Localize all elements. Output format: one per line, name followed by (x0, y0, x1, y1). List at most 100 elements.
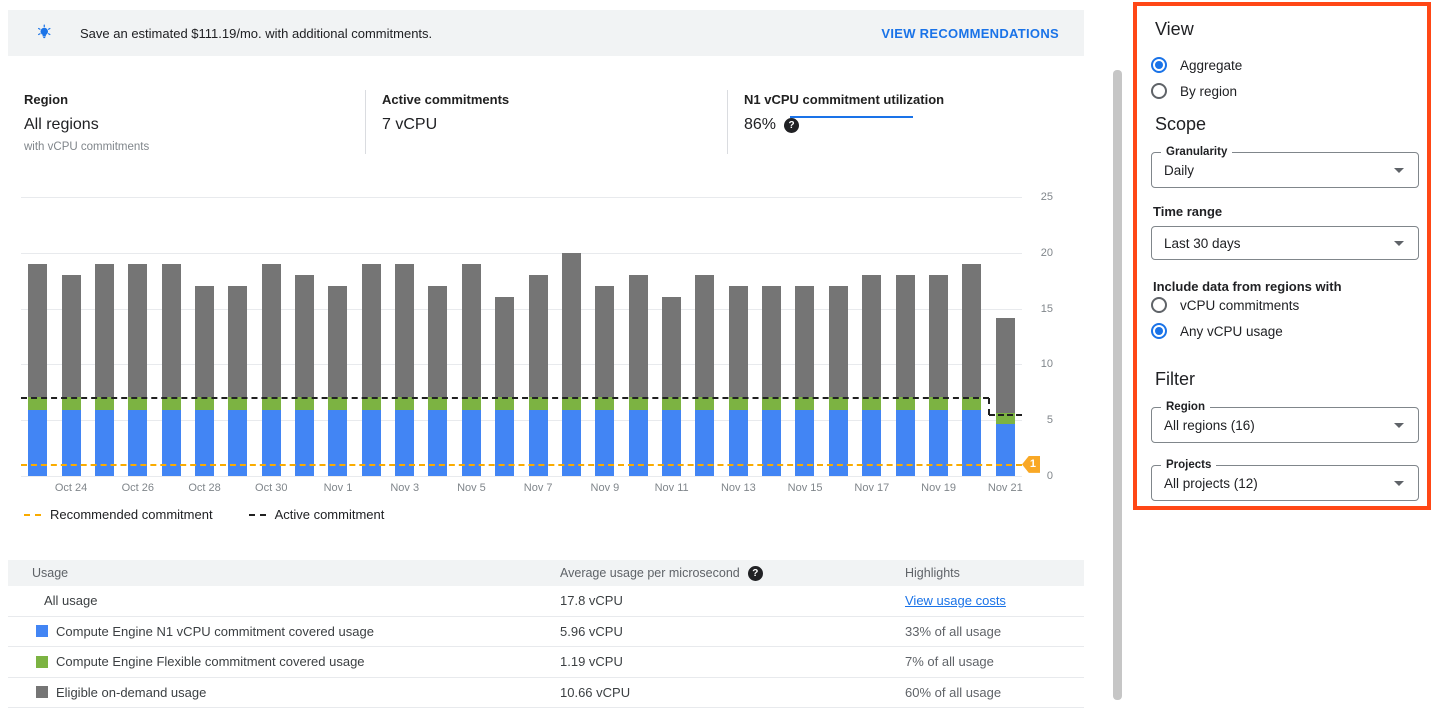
include-regions-label: Include data from regions with (1153, 279, 1342, 294)
dashed-line-icon (249, 514, 266, 516)
table-row: Eligible on-demand usage 10.66 vCPU60% of… (8, 678, 1084, 708)
usage-bar[interactable] (962, 264, 981, 476)
help-icon[interactable]: ? (784, 118, 799, 133)
table-row: All usage17.8 vCPUView usage costs (8, 586, 1084, 617)
vertical-scrollbar[interactable] (1113, 70, 1122, 700)
usage-bar[interactable] (529, 275, 548, 476)
usage-bar-segment (28, 397, 47, 410)
usage-bar[interactable] (195, 286, 214, 476)
usage-bar[interactable] (795, 286, 814, 476)
legend-active-commitment: Active commitment (249, 507, 385, 522)
usage-bar[interactable] (729, 286, 748, 476)
usage-bar-segment (662, 410, 681, 477)
banner-message: Save an estimated $111.19/mo. with addit… (80, 26, 432, 41)
chevron-down-icon (1394, 168, 1404, 173)
usage-bar-segment (629, 410, 648, 477)
usage-bar[interactable] (562, 253, 581, 476)
usage-table: Usage Average usage per microsecond ? Hi… (8, 560, 1084, 708)
chevron-down-icon (1394, 423, 1404, 428)
radio-any-vcpu-usage[interactable]: Any vCPU usage (1151, 323, 1283, 339)
average-usage-value: 10.66 vCPU (560, 685, 905, 700)
granularity-label: Granularity (1161, 146, 1232, 158)
usage-bar[interactable] (896, 275, 915, 476)
usage-bar[interactable] (162, 264, 181, 476)
radio-vcpu-commitments[interactable]: vCPU commitments (1151, 297, 1299, 313)
projects-filter-label: Projects (1161, 459, 1216, 471)
view-usage-costs-link[interactable]: View usage costs (905, 593, 1006, 608)
stat-active-label: Active commitments (382, 92, 509, 107)
recommended-commitment-marker: 1 (1022, 456, 1040, 473)
usage-bar-segment (996, 424, 1015, 476)
usage-bar[interactable] (328, 286, 347, 476)
usage-bar-segment (395, 410, 414, 477)
usage-row-label: Eligible on-demand usage (56, 685, 206, 700)
stat-region-value: All regions (24, 116, 149, 134)
series-swatch (36, 686, 48, 698)
x-tick-label: Oct 30 (241, 482, 301, 494)
projects-filter-select[interactable]: Projects All projects (12) (1151, 465, 1419, 501)
usage-bar-segment (862, 410, 881, 477)
time-range-select[interactable]: Last 30 days (1151, 226, 1419, 260)
usage-bar[interactable] (395, 264, 414, 476)
usage-bar-segment (996, 318, 1015, 413)
stats-divider (365, 90, 366, 154)
usage-bar[interactable] (629, 275, 648, 476)
lightbulb-icon (36, 24, 54, 42)
highlight-value: 60% of all usage (905, 685, 1001, 700)
usage-bar-segment (795, 286, 814, 396)
usage-bar[interactable] (28, 264, 47, 476)
stat-active-value: 7 vCPU (382, 116, 509, 134)
usage-bar[interactable] (95, 264, 114, 476)
radio-icon (1151, 323, 1167, 339)
usage-bar[interactable] (295, 275, 314, 476)
usage-bar-segment (896, 275, 915, 397)
usage-bar[interactable] (495, 297, 514, 476)
usage-bar[interactable] (829, 286, 848, 476)
radio-by-region[interactable]: By region (1151, 83, 1237, 99)
table-row: Compute Engine N1 vCPU commitment covere… (8, 617, 1084, 648)
usage-bar[interactable] (362, 264, 381, 476)
usage-bar-segment (262, 397, 281, 410)
usage-bar[interactable] (862, 275, 881, 476)
help-icon[interactable]: ? (748, 566, 763, 581)
usage-bar[interactable] (762, 286, 781, 476)
chart-legend: Recommended commitment Active commitment (24, 507, 384, 522)
usage-bar-segment (328, 286, 347, 396)
usage-bar-segment (529, 410, 548, 477)
usage-bar-segment (762, 397, 781, 410)
usage-bar[interactable] (128, 264, 147, 476)
usage-bar-segment (762, 286, 781, 396)
usage-bar[interactable] (595, 286, 614, 476)
view-recommendations-link[interactable]: VIEW RECOMMENDATIONS (881, 26, 1059, 41)
usage-bar-segment (362, 264, 381, 397)
stat-utilization-value: 86% (744, 116, 776, 134)
usage-bar[interactable] (929, 275, 948, 476)
usage-bar-segment (162, 264, 181, 397)
granularity-select[interactable]: Granularity Daily (1151, 152, 1419, 188)
average-usage-value: 5.96 vCPU (560, 624, 905, 639)
usage-bar[interactable] (462, 264, 481, 476)
usage-bar[interactable] (662, 297, 681, 476)
usage-bar[interactable] (428, 286, 447, 476)
usage-bar[interactable] (695, 275, 714, 476)
usage-bar-segment (795, 410, 814, 477)
usage-bar-segment (595, 410, 614, 477)
usage-bar[interactable] (996, 318, 1015, 476)
stat-utilization: N1 vCPU commitment utilization 86% ? (744, 92, 944, 134)
stat-region-subtext: with vCPU commitments (24, 141, 149, 153)
usage-bar[interactable] (62, 275, 81, 476)
stat-region: Region All regions with vCPU commitments (24, 92, 149, 153)
usage-bar-segment (228, 410, 247, 477)
usage-bar[interactable] (262, 264, 281, 476)
average-usage-value: 1.19 vCPU (560, 654, 905, 669)
usage-bar-segment (495, 297, 514, 396)
usage-bar-segment (162, 410, 181, 477)
usage-bar-segment (896, 410, 915, 477)
stat-active-commitments: Active commitments 7 vCPU (382, 92, 509, 134)
filter-heading: Filter (1155, 369, 1195, 390)
usage-bar-segment (595, 286, 614, 396)
region-filter-select[interactable]: Region All regions (16) (1151, 407, 1419, 443)
dashed-line-icon (24, 514, 41, 516)
radio-aggregate[interactable]: Aggregate (1151, 57, 1242, 73)
usage-bar[interactable] (228, 286, 247, 476)
